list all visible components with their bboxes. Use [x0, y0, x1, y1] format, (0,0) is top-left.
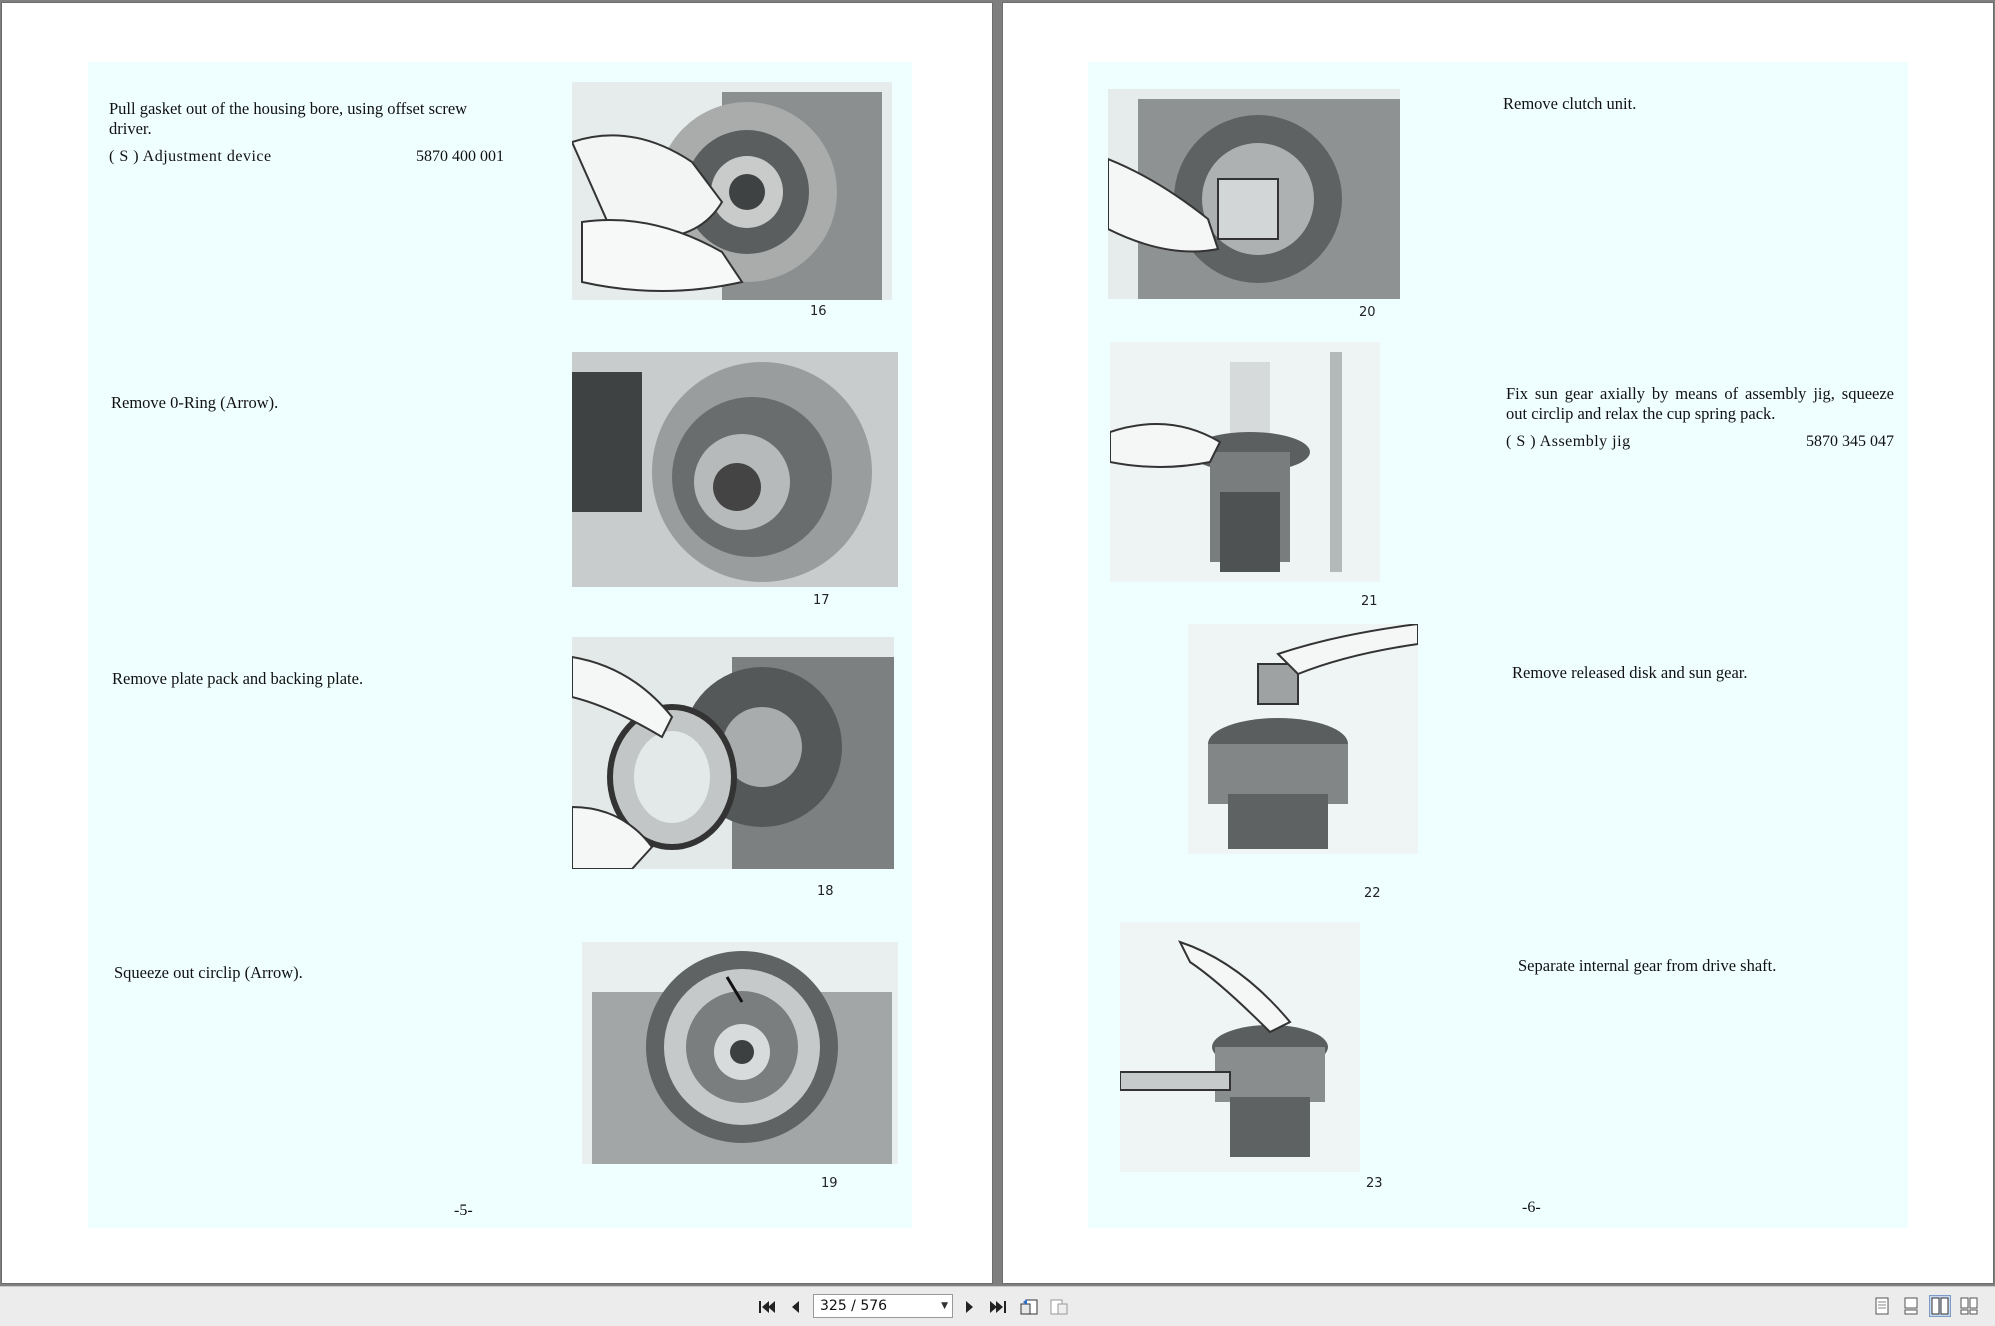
two-page-icon [1931, 1297, 1949, 1315]
previous-view-button[interactable] [1016, 1295, 1042, 1319]
step-19: Squeeze out circlip (Arrow). [114, 963, 509, 983]
step-text: Squeeze out circlip (Arrow). [114, 963, 303, 982]
single-continuous-view-button[interactable] [1900, 1295, 1922, 1317]
tool-label: ( S ) Assembly jig [1506, 433, 1631, 450]
page-number: -6- [1522, 1199, 1541, 1216]
figure-number: 19 [821, 1176, 838, 1191]
gearbox-photo-icon [572, 637, 894, 869]
gearbox-photo-icon [572, 82, 892, 300]
special-tool: ( S ) Assembly jig 5870 345 047 [1506, 432, 1894, 452]
figure-photo [572, 82, 892, 300]
first-page-button[interactable] [754, 1295, 780, 1319]
previous-page-icon [792, 1301, 799, 1313]
figure-number: 21 [1361, 594, 1378, 609]
figure-photo [1188, 624, 1418, 854]
gear-assembly-photo-icon [1188, 624, 1418, 854]
gearbox-photo-icon [1108, 89, 1400, 299]
step-text: Remove clutch unit. [1503, 94, 1637, 113]
step-text: Remove released disk and sun gear. [1512, 663, 1748, 682]
step-23: Separate internal gear from drive shaft. [1518, 956, 1893, 976]
two-page-continuous-icon [1960, 1297, 1978, 1315]
step-21: Fix sun gear axially by means of assembl… [1506, 384, 1894, 452]
gearbox-photo-icon [572, 352, 898, 587]
tool-number: 5870 400 001 [416, 148, 504, 165]
figure-photo [1108, 89, 1400, 299]
page-number-input[interactable]: 325 / 576 ▼ [813, 1294, 953, 1318]
step-20: Remove clutch unit. [1503, 94, 1893, 114]
page-number: -5- [454, 1202, 473, 1219]
step-16: Pull gasket out of the housing bore, usi… [109, 99, 504, 167]
page-right: 20 Remove clutch unit. 21 Fix sun gear a… [1002, 2, 1994, 1284]
figure-number: 23 [1366, 1176, 1383, 1191]
previous-view-icon [1020, 1299, 1038, 1315]
last-page-button[interactable] [985, 1295, 1011, 1319]
figure-number: 17 [813, 593, 830, 608]
page-sheet: 20 Remove clutch unit. 21 Fix sun gear a… [1088, 62, 1908, 1228]
page-indicator: 325 / 576 [820, 1298, 888, 1314]
next-view-button[interactable] [1046, 1295, 1072, 1319]
tool-number: 5870 345 047 [1806, 433, 1894, 450]
last-page-icon [990, 1301, 1006, 1313]
figure-photo [572, 637, 894, 869]
figure-photo [1110, 342, 1380, 582]
gearbox-photo-icon [582, 942, 898, 1164]
tool-label: ( S ) Adjustment device [109, 148, 272, 165]
first-page-icon [759, 1301, 775, 1313]
step-text: Remove 0-Ring (Arrow). [111, 393, 279, 412]
step-text: Fix sun gear axially by means of assembl… [1506, 384, 1894, 423]
single-page-icon [1875, 1297, 1889, 1315]
page-sheet: Pull gasket out of the housing bore, usi… [88, 62, 912, 1228]
gear-assembly-photo-icon [1120, 922, 1360, 1172]
figure-number: 16 [810, 304, 827, 319]
step-18: Remove plate pack and backing plate. [112, 669, 507, 689]
figure-photo [572, 352, 898, 587]
step-text: Remove plate pack and backing plate. [112, 669, 364, 688]
single-continuous-icon [1904, 1297, 1918, 1315]
figure-number: 20 [1359, 305, 1376, 320]
two-page-view-button[interactable] [1929, 1295, 1951, 1317]
single-page-view-button[interactable] [1871, 1295, 1893, 1317]
step-text: Pull gasket out of the housing bore, usi… [109, 99, 468, 138]
figure-photo [1120, 922, 1360, 1172]
figure-number: 22 [1364, 886, 1381, 901]
figure-photo [582, 942, 898, 1164]
step-22: Remove released disk and sun gear. [1512, 663, 1892, 683]
next-view-icon [1050, 1299, 1068, 1315]
gear-assembly-photo-icon [1110, 342, 1380, 582]
step-text: Separate internal gear from drive shaft. [1518, 956, 1777, 975]
next-page-button[interactable] [957, 1295, 983, 1319]
special-tool: ( S ) Adjustment device 5870 400 001 [109, 147, 504, 167]
two-page-continuous-view-button[interactable] [1958, 1295, 1980, 1317]
next-page-icon [966, 1301, 973, 1313]
figure-number: 18 [817, 884, 834, 899]
document-viewer[interactable]: Pull gasket out of the housing bore, usi… [0, 0, 1995, 1286]
page-left: Pull gasket out of the housing bore, usi… [1, 2, 993, 1284]
previous-page-button[interactable] [782, 1295, 808, 1319]
navigation-toolbar: 325 / 576 ▼ [0, 1286, 1995, 1326]
step-17: Remove 0-Ring (Arrow). [111, 393, 506, 413]
chevron-down-icon[interactable]: ▼ [941, 1295, 948, 1317]
